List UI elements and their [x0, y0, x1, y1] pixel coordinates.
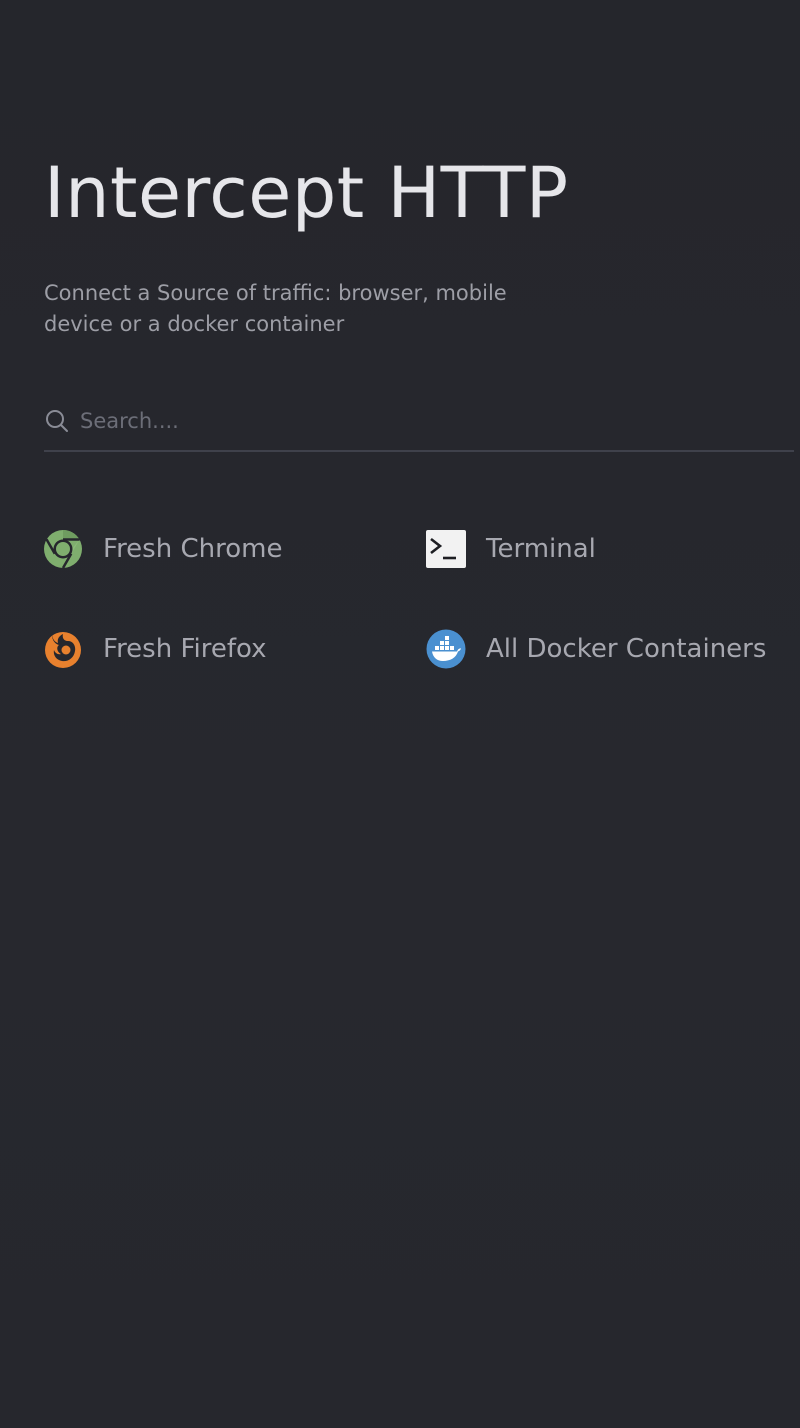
search-bar: [44, 398, 794, 452]
terminal-icon: [426, 529, 466, 569]
docker-icon: [426, 629, 466, 669]
source-terminal[interactable]: Terminal: [426, 527, 596, 571]
source-label: All Docker Containers: [486, 634, 767, 664]
source-label: Fresh Chrome: [103, 534, 283, 564]
search-input[interactable]: [80, 409, 794, 433]
source-fresh-firefox[interactable]: Fresh Firefox: [43, 627, 267, 671]
chrome-icon: [43, 529, 83, 569]
firefox-icon: [43, 629, 83, 669]
page-subtitle: Connect a Source of traffic: browser, mo…: [44, 281, 507, 336]
source-label: Terminal: [486, 534, 596, 564]
source-fresh-chrome[interactable]: Fresh Chrome: [43, 527, 282, 571]
page-title: Intercept HTTP: [44, 152, 569, 234]
search-icon: [44, 408, 70, 434]
source-all-docker-containers[interactable]: All Docker Containers: [426, 627, 766, 671]
intercept-page: Intercept HTTP Connect a Source of traff…: [0, 0, 800, 1428]
source-label: Fresh Firefox: [103, 634, 267, 664]
